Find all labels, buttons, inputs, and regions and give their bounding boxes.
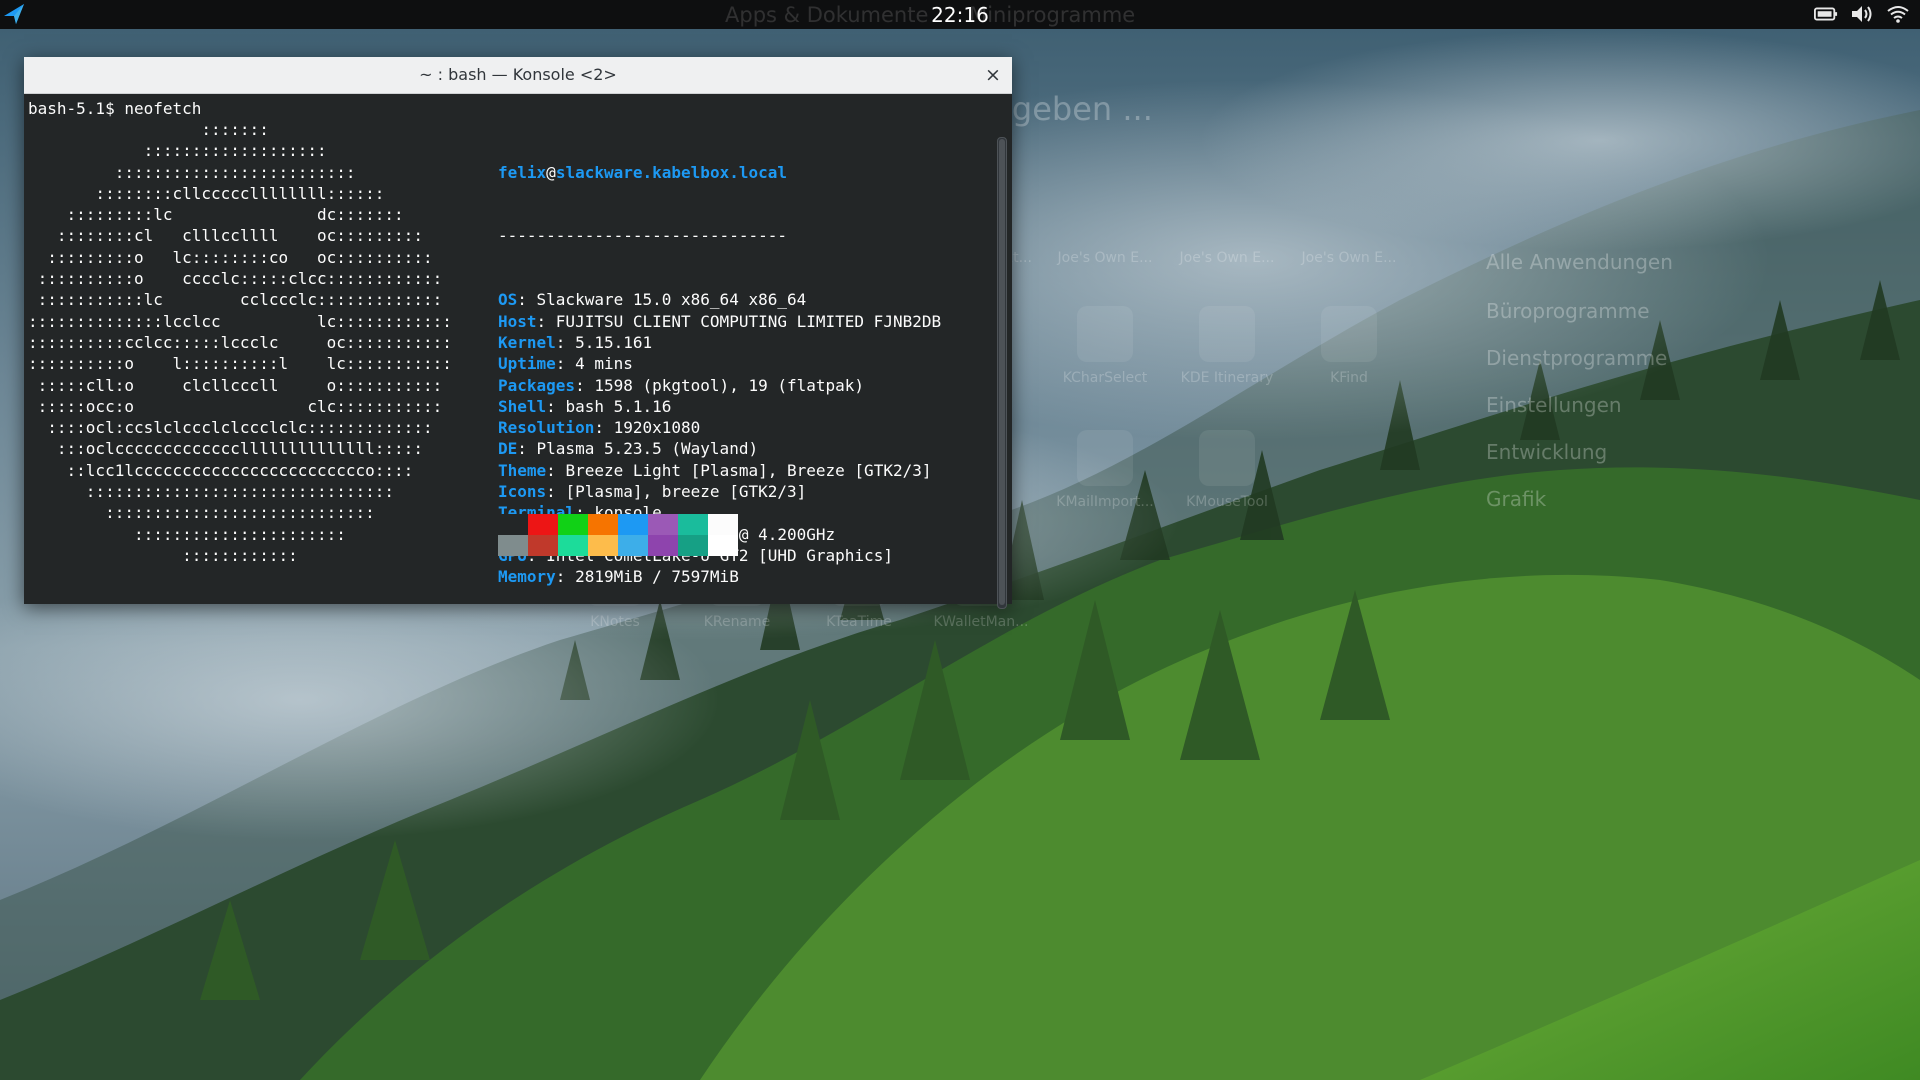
info-line: Icons: [Plasma], breeze [GTK2/3] — [498, 481, 941, 502]
info-line: Theme: Breeze Light [Plasma], Breeze [GT… — [498, 460, 941, 481]
info-colon: : — [555, 332, 576, 352]
color-swatch — [558, 535, 588, 556]
info-colon: : — [546, 482, 566, 502]
color-swatch — [708, 514, 738, 535]
system-tray — [1814, 4, 1910, 24]
info-colon: : — [546, 396, 566, 416]
info-label: Uptime — [498, 354, 556, 374]
clock-time: 22:16 — [931, 3, 989, 27]
terminal-prompt: bash-5.1$ neofetch — [28, 99, 202, 118]
color-swatch — [708, 535, 738, 556]
info-label: DE — [498, 439, 518, 459]
info-line: Packages: 1598 (pkgtool), 19 (flatpak) — [498, 375, 941, 396]
terminal-scrollbar[interactable] — [997, 137, 1007, 609]
info-label: Shell — [498, 396, 547, 416]
info-line: Host: FUJITSU CLIENT COMPUTING LIMITED F… — [498, 311, 941, 332]
username: felix — [498, 162, 547, 182]
color-swatch — [528, 535, 558, 556]
digital-clock[interactable]: 22:16 — [0, 3, 1920, 27]
info-label: Memory — [498, 567, 556, 587]
launcher-app: KDE Itinerary — [1172, 306, 1282, 386]
info-colon: : — [555, 567, 576, 587]
close-icon: × — [985, 64, 1001, 86]
top-panel: Apps & Dokumente Miniprogramme 22:16 — [0, 0, 1920, 29]
launcher-app: KMailImport... — [1050, 430, 1160, 510]
info-value: 5.15.161 — [575, 332, 653, 352]
info-label: Theme — [498, 460, 547, 480]
info-value: 2819MiB / 7597MiB — [575, 567, 739, 587]
info-line: Memory: 2819MiB / 7597MiB — [498, 566, 941, 587]
color-swatch — [588, 535, 618, 556]
info-colon: : — [594, 418, 614, 438]
separator-line: ------------------------------ — [498, 226, 787, 246]
color-palette — [498, 514, 738, 556]
user-host-line: felix@slackware.kabelbox.local — [498, 162, 941, 183]
launcher-app: KCharSelect — [1050, 306, 1160, 386]
slackware-ascii-logo: ::::::: ::::::::::::::::::: ::::::::::::… — [28, 120, 452, 565]
info-value: Breeze Light [Plasma], Breeze [GTK2/3] — [565, 460, 932, 480]
battery-icon[interactable] — [1814, 4, 1838, 24]
info-value: bash 5.1.16 — [565, 396, 672, 416]
info-colon: : — [555, 354, 576, 374]
launcher-app: Joe's Own E... — [1179, 250, 1275, 266]
palette-row-bright — [498, 535, 738, 556]
info-value: 1920x1080 — [613, 418, 701, 438]
info-line: Shell: bash 5.1.16 — [498, 396, 941, 417]
launcher-category: Entwicklung — [1486, 440, 1608, 464]
info-label: OS — [498, 290, 518, 310]
info-label: Resolution — [498, 418, 595, 438]
info-label: Packages — [498, 375, 576, 395]
info-value: Plasma 5.23.5 (Wayland) — [536, 439, 759, 459]
close-button[interactable]: × — [982, 64, 1004, 86]
info-value: 1598 (pkgtool), 19 (flatpak) — [594, 375, 865, 395]
volume-icon[interactable] — [1850, 4, 1874, 24]
info-label: Icons — [498, 482, 547, 502]
info-line: Uptime: 4 mins — [498, 353, 941, 374]
launcher-category: Büroprogramme — [1486, 299, 1650, 323]
launcher-app: KFind — [1294, 306, 1404, 386]
palette-row-normal — [498, 514, 738, 535]
color-swatch — [678, 514, 708, 535]
launcher-app: Joe's Own E... — [1057, 250, 1153, 266]
info-line: DE: Plasma 5.23.5 (Wayland) — [498, 438, 941, 459]
wifi-icon[interactable] — [1886, 4, 1910, 24]
window-title: ~ : bash — Konsole <2> — [419, 65, 617, 84]
at-sign: @ — [546, 162, 556, 182]
scrollbar-thumb[interactable] — [999, 139, 1005, 605]
info-colon: : — [517, 290, 537, 310]
info-colon: : — [536, 311, 556, 331]
info-value: FUJITSU CLIENT COMPUTING LIMITED FJNB2DB — [555, 311, 942, 331]
info-line: OS: Slackware 15.0 x86_64 x86_64 — [498, 289, 941, 310]
info-line: Resolution: 1920x1080 — [498, 417, 941, 438]
launcher-app: Joe's Own E... — [1301, 250, 1397, 266]
color-swatch — [678, 535, 708, 556]
launcher-category: Dienstprogramme — [1486, 346, 1668, 370]
window-titlebar[interactable]: ~ : bash — Konsole <2> × — [24, 57, 1012, 94]
launcher-category: Einstellungen — [1486, 393, 1622, 417]
color-swatch — [618, 514, 648, 535]
info-value: [Plasma], breeze [GTK2/3] — [565, 482, 807, 502]
info-colon: : — [546, 460, 566, 480]
info-line: Kernel: 5.15.161 — [498, 332, 941, 353]
info-label: Host — [498, 311, 537, 331]
info-colon: : — [575, 375, 595, 395]
info-value: 4 mins — [575, 354, 633, 374]
color-swatch — [648, 514, 678, 535]
info-colon: : — [517, 439, 537, 459]
launcher-category: Alle Anwendungen — [1486, 250, 1673, 274]
color-swatch — [618, 535, 648, 556]
color-swatch — [648, 535, 678, 556]
color-swatch — [498, 514, 528, 535]
konsole-window: ~ : bash — Konsole <2> × bash-5.1$ neofe… — [24, 57, 1012, 609]
launcher-category: Grafik — [1486, 487, 1547, 511]
hostname: slackware.kabelbox.local — [555, 162, 787, 182]
color-swatch — [588, 514, 618, 535]
color-swatch — [498, 535, 528, 556]
info-label: Kernel — [498, 332, 556, 352]
terminal-view[interactable]: bash-5.1$ neofetch ::::::: :::::::::::::… — [24, 94, 1012, 609]
info-value: Slackware 15.0 x86_64 x86_64 — [536, 290, 807, 310]
color-swatch — [528, 514, 558, 535]
color-swatch — [558, 514, 588, 535]
launcher-app: KMouseTool — [1172, 430, 1282, 510]
